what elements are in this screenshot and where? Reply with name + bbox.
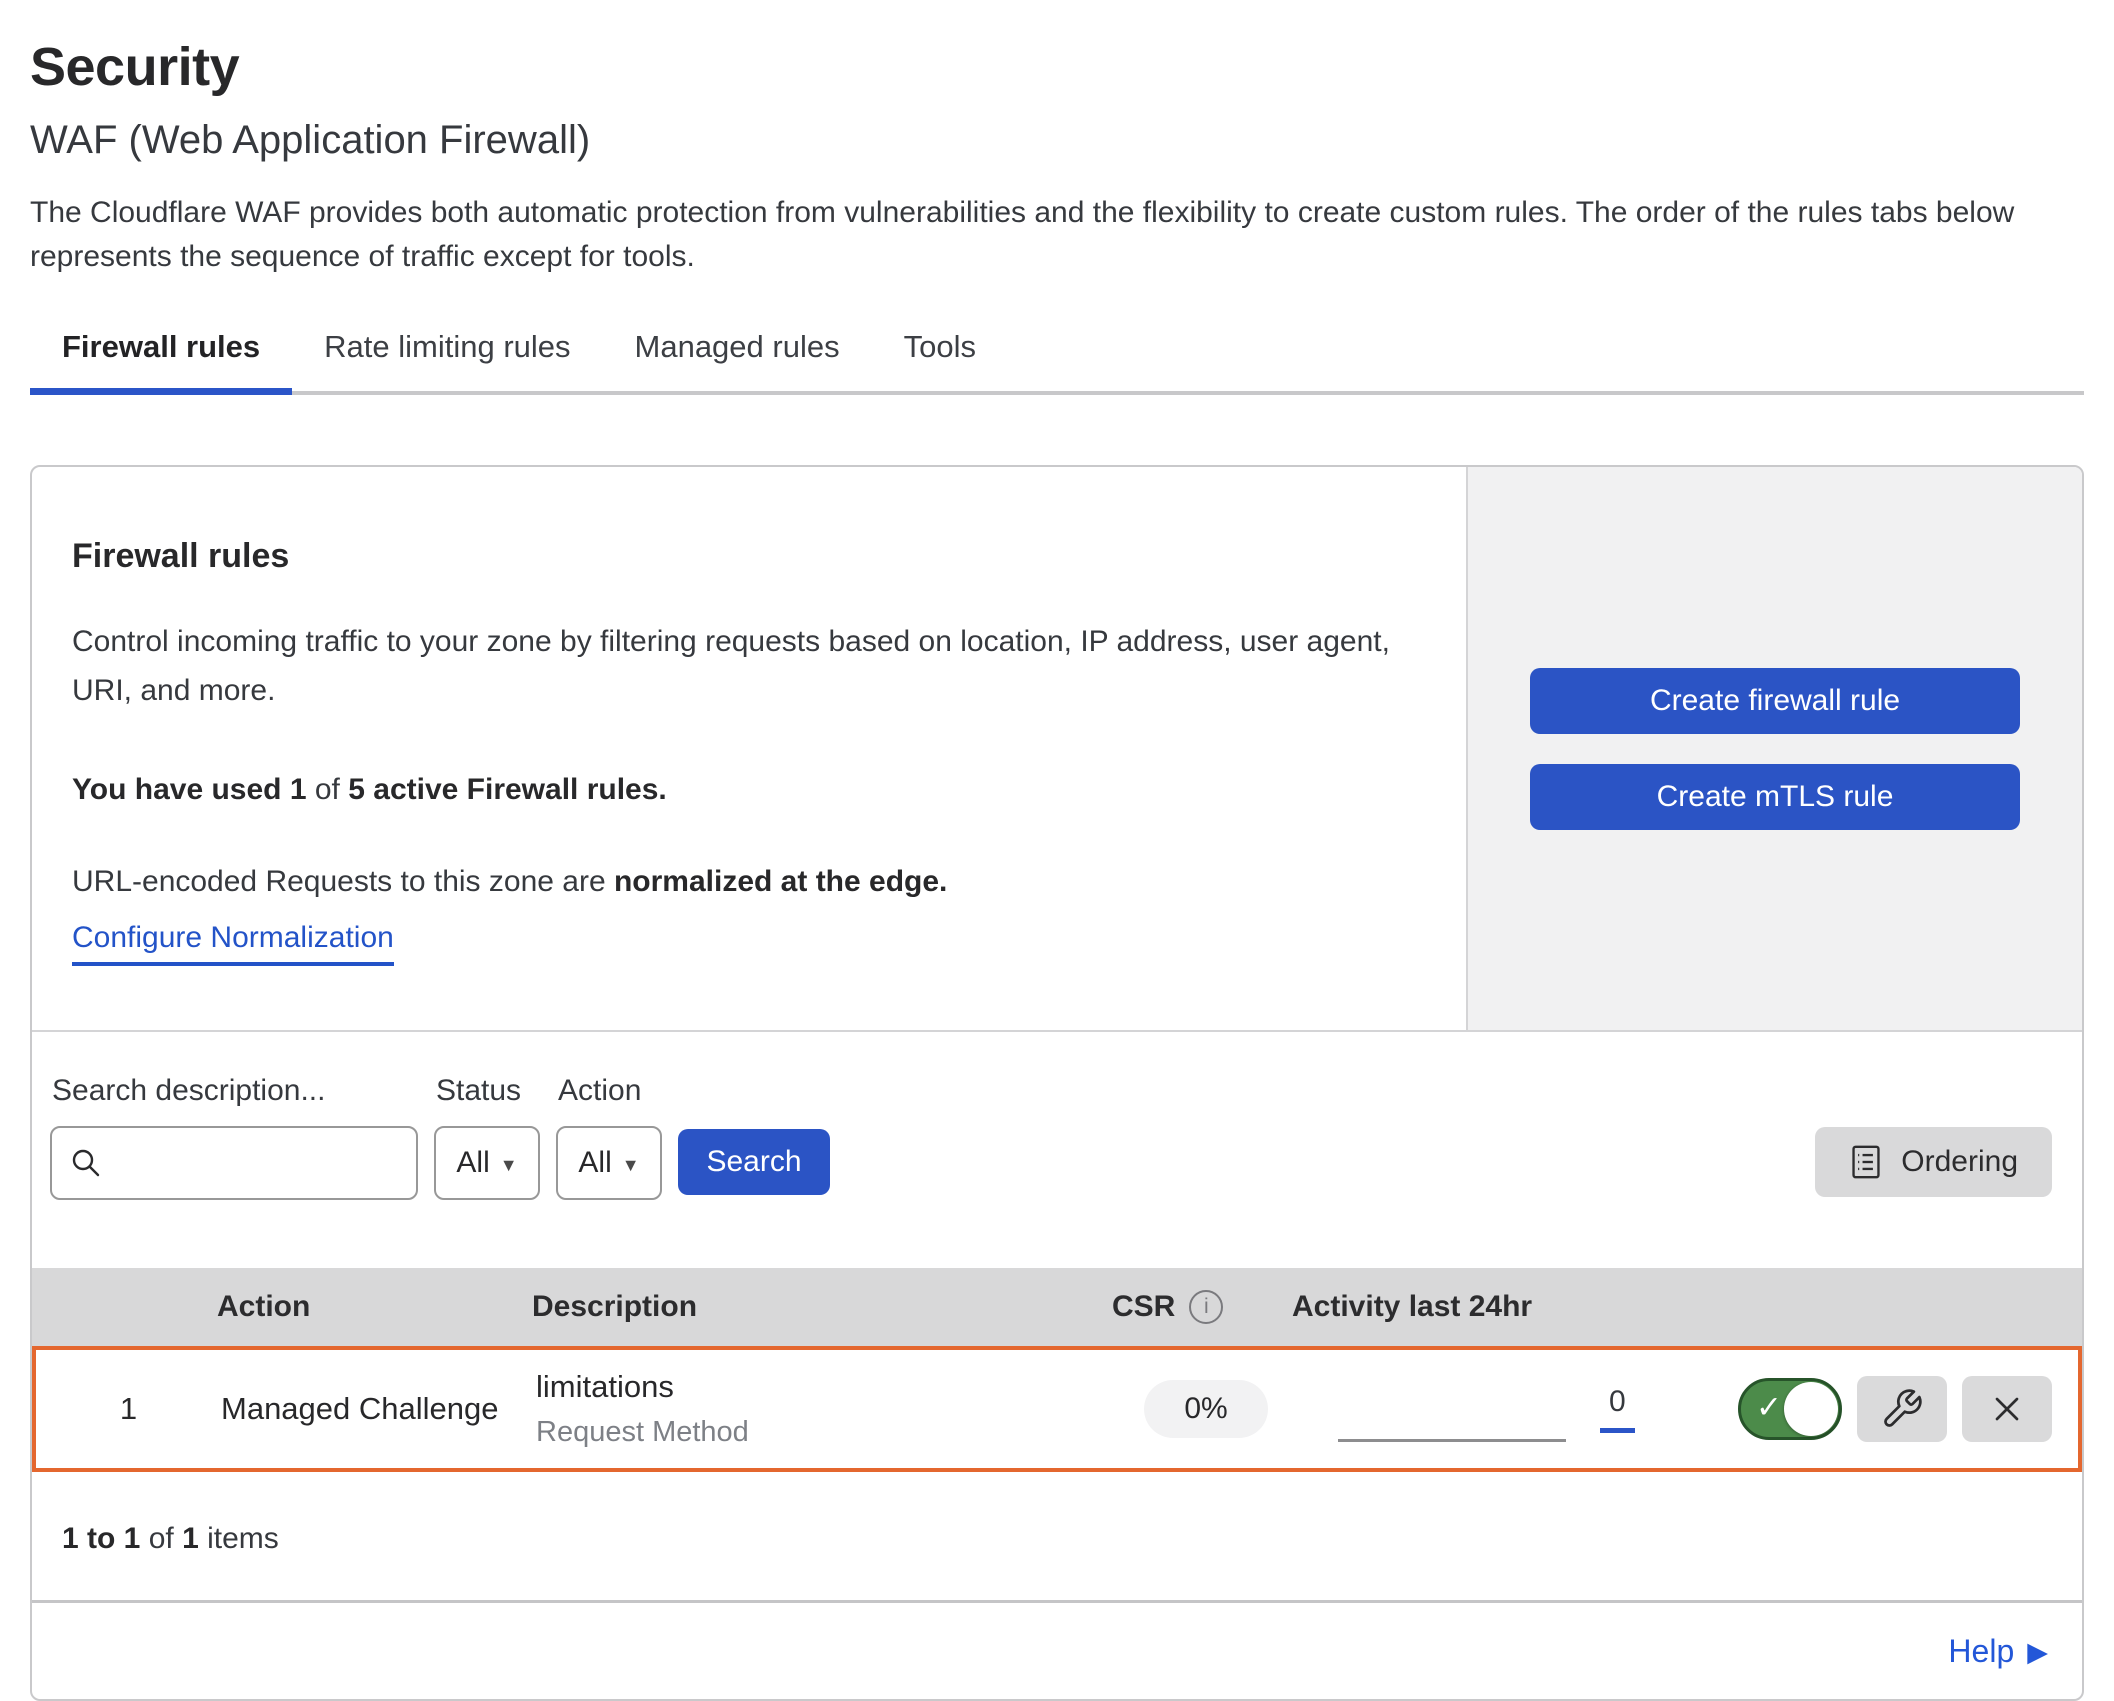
usage-summary: You have used 1 of 5 active Firewall rul… [72,773,1396,807]
overview-text-panel: Firewall rules Control incoming traffic … [32,467,1466,1030]
tab-tools[interactable]: Tools [872,329,1008,391]
firewall-rules-overview: Firewall rules Control incoming traffic … [32,467,2082,1032]
wrench-icon [1880,1387,1924,1431]
create-firewall-rule-button[interactable]: Create firewall rule [1530,668,2020,734]
page-subtitle: WAF (Web Application Firewall) [30,118,2084,163]
search-icon [68,1145,104,1181]
csr-column-header: CSR i [1112,1290,1292,1324]
action-column-header: Action [217,1290,532,1324]
rule-csr-cell: 0% [1116,1380,1296,1438]
tab-firewall-rules[interactable]: Firewall rules [30,329,292,391]
chevron-down-icon: ▼ [622,1155,640,1176]
firewall-rule-row[interactable]: 1 Managed Challenge limitations Request … [32,1346,2082,1472]
search-input[interactable] [116,1146,400,1180]
status-filter-group: Status All ▼ [434,1074,540,1200]
pagination-summary: 1 to 1 of 1 items [32,1472,2082,1603]
chevron-down-icon: ▼ [500,1155,518,1176]
action-filter-group: Action All ▼ [556,1074,662,1200]
rule-action: Managed Challenge [221,1391,536,1427]
tab-rate-limiting-rules[interactable]: Rate limiting rules [292,329,602,391]
usage-count: You have used 1 [72,773,307,806]
action-select[interactable]: All ▼ [556,1126,662,1200]
help-arrow-icon: ▶ [2027,1637,2048,1668]
status-select[interactable]: All ▼ [434,1126,540,1200]
card-description: Control incoming traffic to your zone by… [72,618,1396,715]
search-button[interactable]: Search [678,1129,830,1195]
page-description: The Cloudflare WAF provides both automat… [30,191,2084,279]
rule-description: limitations [536,1369,1116,1405]
security-waf-page: Security WAF (Web Application Firewall) … [0,0,2114,1701]
rule-description-cell: limitations Request Method [536,1369,1116,1449]
edit-rule-button[interactable] [1857,1376,1947,1442]
info-icon[interactable]: i [1189,1290,1223,1324]
ordering-button-label: Ordering [1901,1145,2018,1179]
rule-activity-cell: 0 ✓ [1296,1376,2078,1442]
activity-column-header: Activity last 24hr [1292,1290,2082,1324]
overview-actions-panel: Create firewall rule Create mTLS rule [1466,467,2082,1030]
usage-limit: 5 active Firewall rules. [348,773,667,806]
rule-priority: 1 [36,1391,221,1427]
configure-normalization-link[interactable]: Configure Normalization [72,921,394,966]
firewall-rules-card: Firewall rules Control incoming traffic … [30,465,2084,1701]
delete-rule-button[interactable] [1962,1376,2052,1442]
rule-enabled-toggle[interactable]: ✓ [1738,1378,1842,1440]
create-mtls-rule-button[interactable]: Create mTLS rule [1530,764,2020,830]
card-heading: Firewall rules [72,537,1396,576]
rule-expression: Request Method [536,1416,1116,1449]
activity-count-link[interactable]: 0 [1600,1385,1635,1433]
status-label: Status [436,1074,540,1108]
action-label: Action [558,1074,662,1108]
ordering-icon [1849,1144,1883,1180]
search-input-box[interactable] [50,1126,418,1200]
toggle-knob [1784,1382,1838,1436]
waf-tab-bar: Firewall rules Rate limiting rules Manag… [30,329,2084,395]
tab-managed-rules[interactable]: Managed rules [603,329,872,391]
status-select-value: All [456,1146,489,1180]
activity-sparkline [1338,1376,1566,1442]
description-column-header: Description [532,1290,1112,1324]
rules-table-header: Action Description CSR i Activity last 2… [32,1268,2082,1346]
close-icon [1987,1389,2027,1429]
filter-toolbar: Search description... Status All ▼ Actio… [32,1032,2082,1268]
search-description-group: Search description... [50,1074,418,1200]
card-footer: Help ▶ [32,1603,2082,1699]
help-link[interactable]: Help ▶ [1948,1633,2048,1670]
ordering-button[interactable]: Ordering [1815,1127,2052,1197]
search-description-label: Search description... [52,1074,418,1108]
page-header: Security WAF (Web Application Firewall) … [0,0,2114,279]
page-title: Security [30,36,2084,98]
check-icon: ✓ [1756,1390,1782,1426]
csr-badge: 0% [1144,1380,1267,1438]
help-label: Help [1948,1633,2014,1670]
normalization-note: URL-encoded Requests to this zone are no… [72,865,1396,899]
action-select-value: All [578,1146,611,1180]
